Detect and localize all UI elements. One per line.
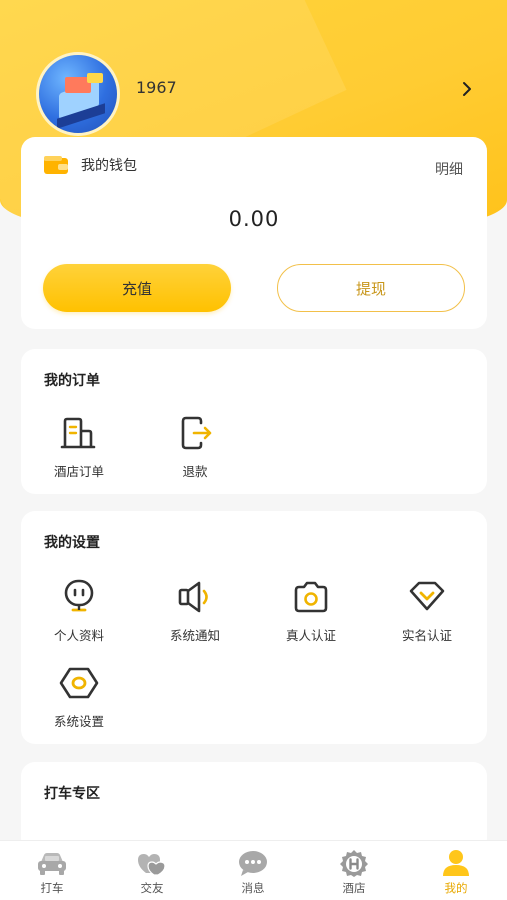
- notification-button[interactable]: 系统通知: [145, 577, 245, 657]
- id-verify-button[interactable]: 实名认证: [377, 577, 477, 657]
- tab-mine-label: 我的: [444, 881, 468, 895]
- tab-mine[interactable]: 我的: [421, 849, 491, 896]
- tab-messages[interactable]: 消息: [218, 849, 288, 896]
- id-verify-label: 实名认证: [401, 628, 452, 643]
- settings-card: 我的设置 个人资料 系统通知 真人认证 实名认证 系统设置: [21, 511, 487, 744]
- car-icon: [38, 853, 66, 875]
- system-settings-button[interactable]: 系统设置: [29, 663, 129, 743]
- wallet-balance: 0.00: [228, 207, 280, 231]
- chevron-right-icon[interactable]: [458, 80, 476, 98]
- tab-taxi[interactable]: 打车: [17, 849, 87, 896]
- orders-title: 我的订单: [44, 373, 100, 389]
- profile-label: 个人资料: [53, 628, 104, 643]
- username: 1967: [136, 78, 177, 97]
- profile-icon: [64, 579, 94, 612]
- friends-icon: [138, 854, 166, 876]
- wallet-icon: [44, 156, 68, 174]
- tab-bar: 打车 交友 消息 酒店 我的: [0, 840, 507, 900]
- hotel-icon: [340, 850, 368, 877]
- tab-messages-label: 消息: [241, 881, 265, 895]
- notification-label: 系统通知: [169, 628, 220, 643]
- orders-card: 我的订单 酒店订单 退款: [21, 349, 487, 494]
- camera-icon: [294, 581, 328, 613]
- tab-taxi-label: 打车: [40, 881, 64, 895]
- profile-button[interactable]: 个人资料: [29, 577, 129, 657]
- wallet-title: 我的钱包: [81, 158, 137, 174]
- avatar[interactable]: [36, 52, 120, 136]
- refund-icon: [181, 416, 212, 450]
- hotel-order-label: 酒店订单: [53, 464, 104, 479]
- face-verify-button[interactable]: 真人认证: [261, 577, 361, 657]
- message-icon: [239, 851, 267, 876]
- tab-friends[interactable]: 交友: [117, 849, 187, 896]
- tab-friends-label: 交友: [140, 881, 164, 895]
- withdraw-button[interactable]: 提现: [277, 264, 465, 312]
- settings-icon: [59, 667, 99, 699]
- taxi-card: 打车专区: [21, 762, 487, 852]
- face-verify-label: 真人认证: [285, 628, 336, 643]
- hotel-order-icon: [60, 417, 96, 449]
- user-icon: [443, 850, 469, 876]
- notification-icon: [178, 581, 208, 613]
- system-settings-label: 系统设置: [53, 714, 104, 729]
- tab-hotel-label: 酒店: [342, 881, 366, 895]
- hotel-order-button[interactable]: 酒店订单: [29, 413, 129, 493]
- recharge-button[interactable]: 充值: [43, 264, 231, 312]
- settings-title: 我的设置: [44, 535, 100, 551]
- id-verify-icon: [409, 581, 445, 611]
- wallet-card: 我的钱包 明细 0.00 充值 提现: [21, 137, 487, 329]
- wallet-detail-link[interactable]: 明细: [435, 159, 463, 179]
- refund-button[interactable]: 退款: [145, 413, 245, 493]
- taxi-title: 打车专区: [44, 786, 100, 802]
- refund-label: 退款: [182, 464, 208, 479]
- tab-hotel[interactable]: 酒店: [319, 849, 389, 896]
